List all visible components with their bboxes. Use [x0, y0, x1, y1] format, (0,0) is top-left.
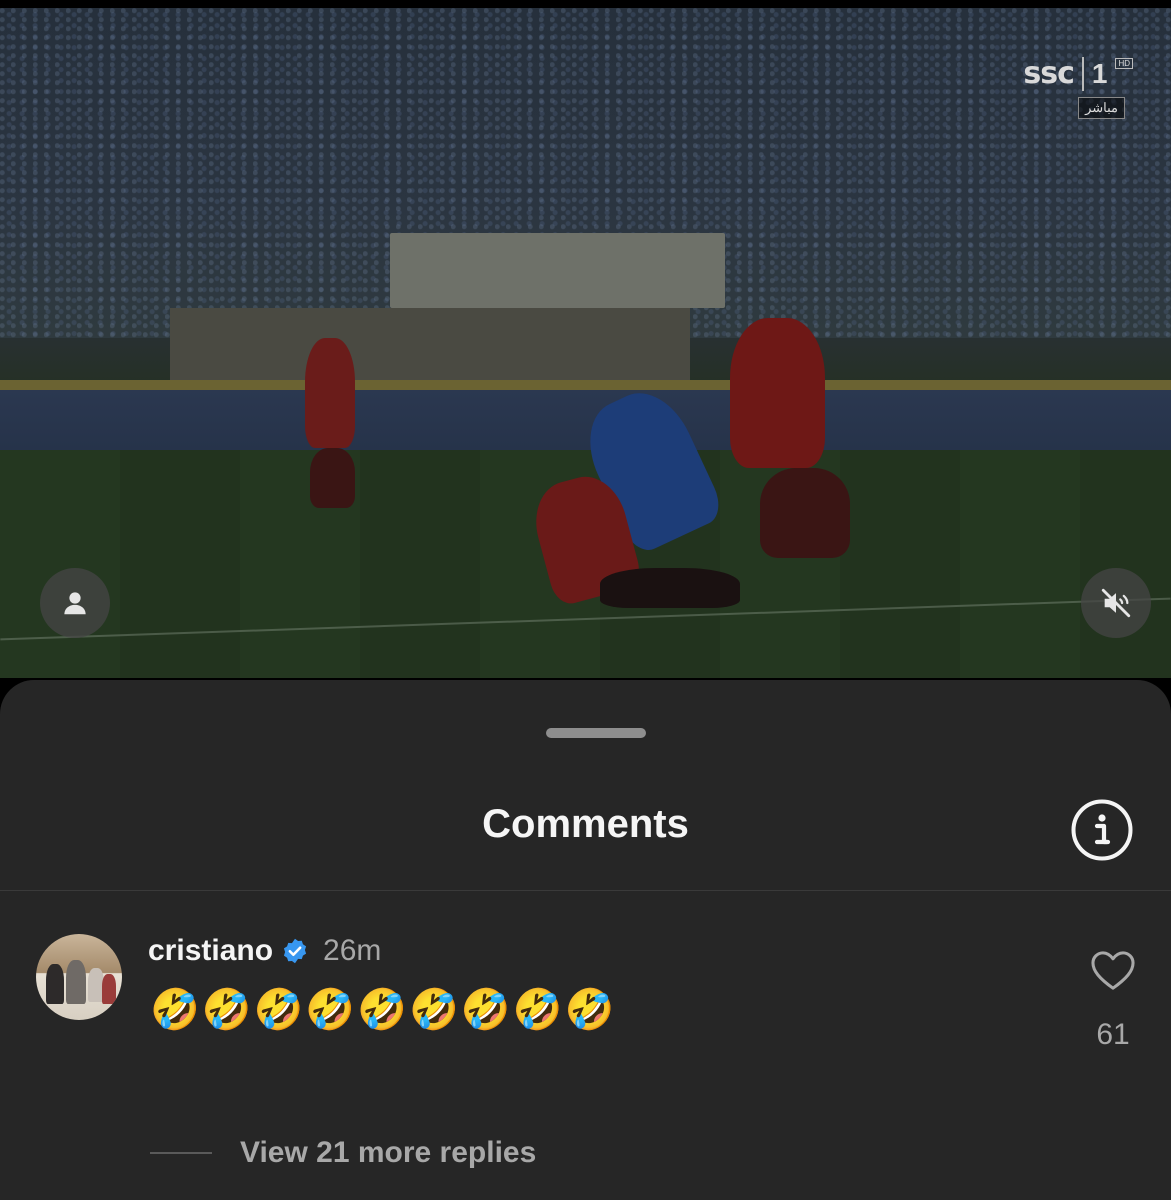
profile-button[interactable] [40, 568, 110, 638]
hd-badge: HD [1115, 58, 1133, 69]
view-replies-button[interactable]: View 21 more replies [150, 1136, 536, 1170]
player-red-left [305, 338, 355, 448]
stadium-banner [390, 233, 725, 308]
comment-header: cristiano 26m [148, 934, 381, 968]
broadcaster-watermark: ssc 1 HD مباشر [1023, 56, 1133, 119]
comments-sheet: Comments cristiano 26m 🤣🤣🤣🤣🤣🤣🤣🤣🤣 61 View… [0, 680, 1171, 1200]
replies-line [150, 1152, 212, 1154]
sheet-drag-handle[interactable] [546, 728, 646, 738]
speaker-muted-icon [1101, 588, 1131, 618]
verified-badge-icon [283, 938, 307, 964]
avatar-figure [66, 960, 86, 1004]
avatar-figure [46, 964, 64, 1004]
channel-number: 1 [1091, 57, 1108, 89]
player-red-falling-legs [600, 568, 740, 608]
stadium-wall [170, 308, 690, 388]
like-button[interactable] [1088, 946, 1138, 996]
sheet-title: Comments [482, 802, 689, 846]
info-button[interactable] [1070, 798, 1134, 862]
player-red-left-legs [310, 448, 355, 508]
like-count: 61 [1096, 1018, 1130, 1051]
avatar-figure [102, 974, 116, 1004]
player-red-right [730, 318, 825, 468]
heart-icon [1091, 951, 1135, 990]
broadcaster-separator [1081, 56, 1084, 91]
player-red-right-legs [760, 468, 850, 558]
video-player[interactable]: ssc 1 HD مباشر [0, 8, 1171, 678]
comment-item: cristiano 26m 🤣🤣🤣🤣🤣🤣🤣🤣🤣 [0, 930, 1171, 1080]
view-replies-label: View 21 more replies [240, 1136, 537, 1169]
broadcaster-logo: ssc [1023, 56, 1074, 91]
comment-username[interactable]: cristiano [148, 934, 273, 968]
live-badge: مباشر [1078, 97, 1125, 119]
header-divider [0, 890, 1171, 891]
person-icon [64, 592, 86, 615]
avatar[interactable] [36, 934, 122, 1020]
comment-timestamp: 26m [323, 934, 382, 967]
ad-board [0, 390, 1171, 450]
mute-button[interactable] [1081, 568, 1151, 638]
comment-text: 🤣🤣🤣🤣🤣🤣🤣🤣🤣 [150, 987, 617, 1033]
info-icon [1071, 799, 1133, 861]
